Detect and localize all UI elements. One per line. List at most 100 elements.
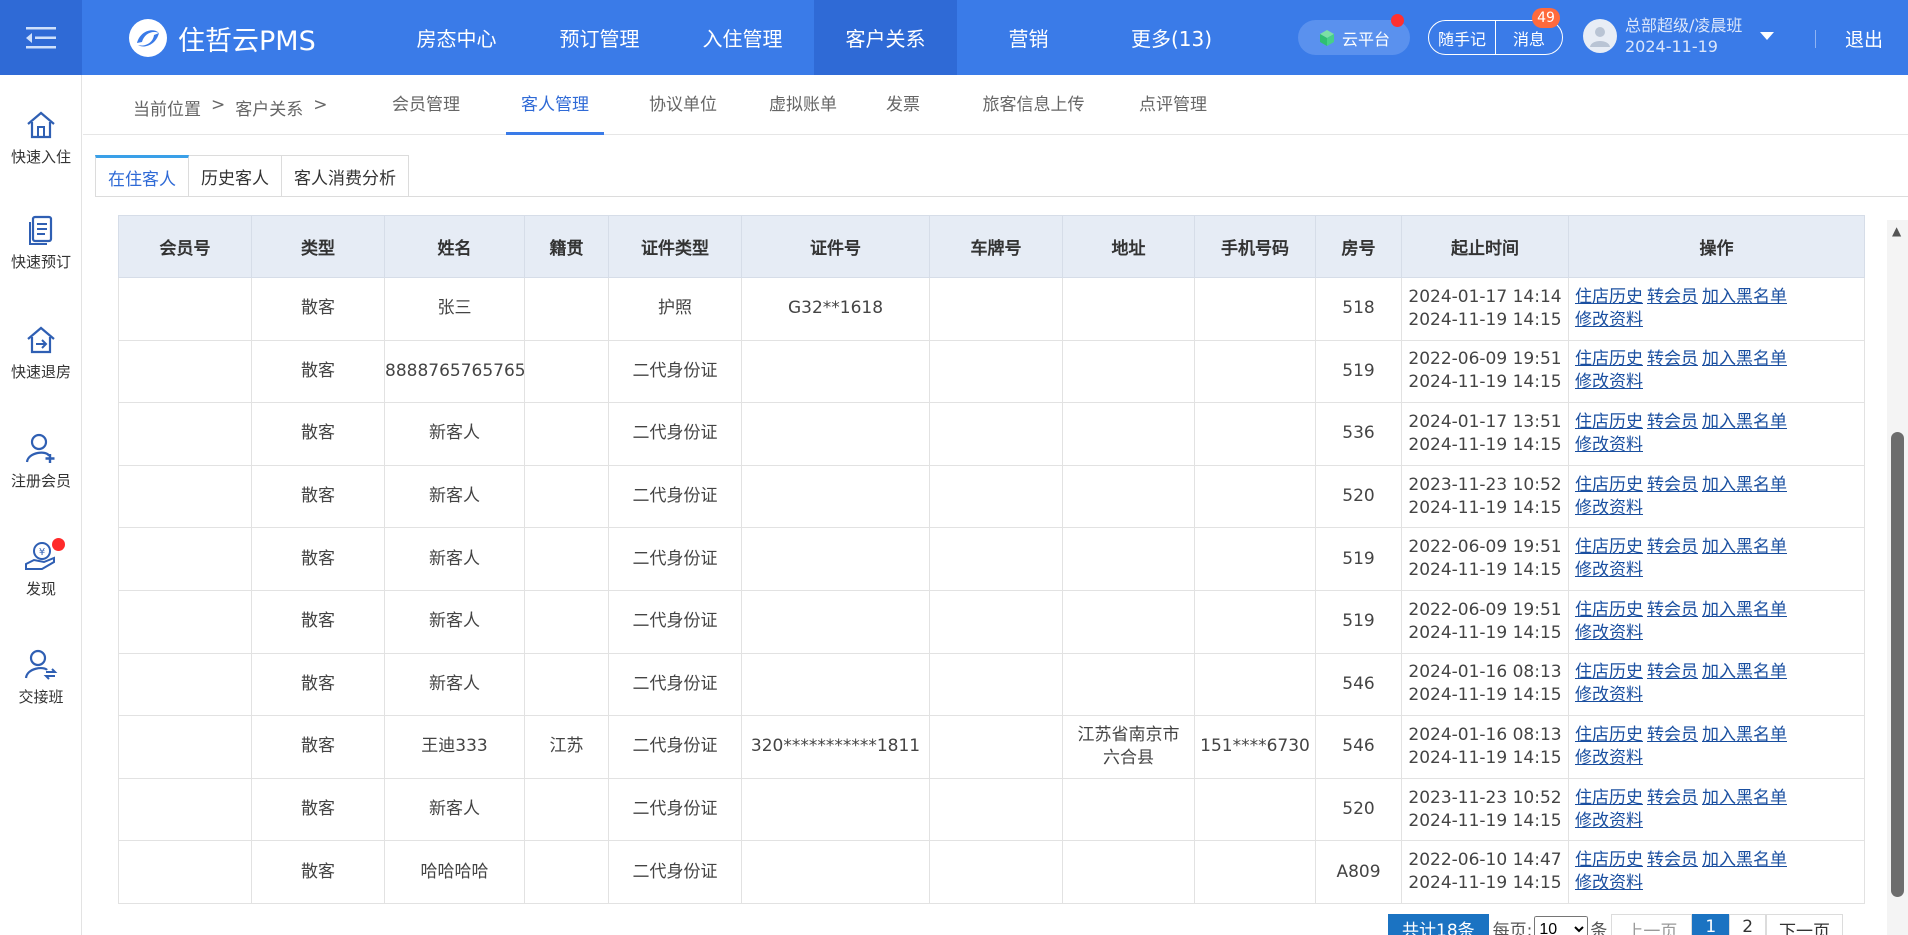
edit-profile-link[interactable]: 修改资料	[1575, 372, 1643, 392]
logout-button[interactable]: 退出	[1845, 25, 1883, 52]
cell-type: 散客	[251, 840, 385, 904]
page-button-1[interactable]: 1	[1692, 914, 1730, 935]
nav-checkin[interactable]: 入住管理	[671, 0, 814, 75]
cell-phone	[1194, 840, 1316, 904]
nav-more[interactable]: 更多(13)	[1100, 0, 1243, 75]
stay-history-link[interactable]: 住店历史	[1575, 850, 1643, 870]
nav-reservation[interactable]: 预订管理	[528, 0, 671, 75]
sidebar-item-quick-checkin[interactable]: 快速入住	[0, 110, 82, 167]
cell-member-no	[118, 402, 252, 466]
add-blacklist-link[interactable]: 加入黑名单	[1702, 662, 1787, 682]
cloud-platform-button[interactable]: 云平台	[1298, 14, 1410, 55]
stay-history-link[interactable]: 住店历史	[1575, 662, 1643, 682]
edit-profile-link[interactable]: 修改资料	[1575, 498, 1643, 518]
prev-page-button[interactable]: 上一页	[1611, 914, 1693, 935]
convert-member-link[interactable]: 转会员	[1647, 537, 1698, 557]
table-row: 散客 新客人 二代身份证 546 2024-01-16 08:13 2024-11-19 …	[118, 652, 1865, 717]
add-blacklist-link[interactable]: 加入黑名单	[1702, 725, 1787, 745]
edit-profile-link[interactable]: 修改资料	[1575, 435, 1643, 455]
subnav-traveler-upload[interactable]: 旅客信息上传	[976, 75, 1091, 135]
add-blacklist-link[interactable]: 加入黑名单	[1702, 850, 1787, 870]
cell-id-type: 二代身份证	[608, 339, 742, 404]
edit-profile-link[interactable]: 修改资料	[1575, 310, 1643, 330]
action-line: 住店历史 转会员 加入黑名单	[1575, 411, 1864, 434]
edit-profile-link[interactable]: 修改资料	[1575, 873, 1643, 893]
add-blacklist-link[interactable]: 加入黑名单	[1702, 788, 1787, 808]
column-header-name: 姓名	[384, 215, 525, 278]
stay-history-link[interactable]: 住店历史	[1575, 475, 1643, 495]
stay-history-link[interactable]: 住店历史	[1575, 412, 1643, 432]
convert-member-link[interactable]: 转会员	[1647, 850, 1698, 870]
sidebar-item-shift-handover[interactable]: 交接班	[0, 648, 82, 707]
per-page-select[interactable]: 10	[1534, 916, 1589, 935]
scrollbar-thumb[interactable]	[1891, 432, 1904, 897]
convert-member-link[interactable]: 转会员	[1647, 412, 1698, 432]
subnav-guest-management[interactable]: 客人管理	[506, 75, 604, 135]
sidebar-item-quick-booking[interactable]: 快速预订	[0, 215, 82, 272]
stay-history-link[interactable]: 住店历史	[1575, 537, 1643, 557]
convert-member-link[interactable]: 转会员	[1647, 662, 1698, 682]
quick-note-button[interactable]: 随手记	[1429, 21, 1495, 54]
cell-plate	[929, 652, 1063, 717]
tab-in-house-guests[interactable]: 在住客人	[95, 155, 189, 197]
cell-name: 新客人	[384, 402, 525, 466]
edit-profile-link[interactable]: 修改资料	[1575, 560, 1643, 580]
cell-address	[1062, 777, 1195, 842]
stay-history-link[interactable]: 住店历史	[1575, 600, 1643, 620]
edit-profile-link[interactable]: 修改资料	[1575, 748, 1643, 768]
subnav-review-management[interactable]: 点评管理	[1133, 75, 1213, 135]
nav-marketing[interactable]: 营销	[957, 0, 1100, 75]
add-blacklist-link[interactable]: 加入黑名单	[1702, 349, 1787, 369]
sidebar-item-label: 注册会员	[10, 472, 71, 490]
stay-history-link[interactable]: 住店历史	[1575, 287, 1643, 307]
cell-actions: 住店历史 转会员 加入黑名单修改资料	[1568, 652, 1865, 717]
subnav-virtual-bills[interactable]: 虚拟账单	[763, 75, 843, 135]
convert-member-link[interactable]: 转会员	[1647, 349, 1698, 369]
start-time: 2022-06-09 19:51	[1408, 599, 1562, 620]
add-blacklist-link[interactable]: 加入黑名单	[1702, 475, 1787, 495]
nav-room-status[interactable]: 房态中心	[385, 0, 528, 75]
stay-history-link[interactable]: 住店历史	[1575, 349, 1643, 369]
edit-profile-link[interactable]: 修改资料	[1575, 811, 1643, 831]
menu-toggle-button[interactable]	[0, 0, 82, 75]
cell-type: 散客	[251, 339, 385, 404]
add-blacklist-link[interactable]: 加入黑名单	[1702, 287, 1787, 307]
cell-phone	[1194, 527, 1316, 591]
convert-member-link[interactable]: 转会员	[1647, 725, 1698, 745]
cell-room: 519	[1315, 589, 1402, 654]
breadcrumb-current[interactable]: 客户关系	[235, 95, 303, 120]
add-blacklist-link[interactable]: 加入黑名单	[1702, 600, 1787, 620]
cell-plate	[929, 527, 1063, 591]
page-button-2[interactable]: 2	[1729, 914, 1767, 935]
user-menu[interactable]: 总部超级/凌晨班 2024-11-19	[1583, 15, 1775, 57]
scroll-up-arrow-icon[interactable]: ▲	[1892, 224, 1901, 238]
convert-member-link[interactable]: 转会员	[1647, 287, 1698, 307]
breadcrumb-label: 当前位置	[133, 100, 201, 120]
cell-period: 2024-01-16 08:13 2024-11-19 14:15	[1401, 652, 1569, 717]
tab-consumption-analysis[interactable]: 客人消费分析	[282, 155, 409, 197]
subnav-agreement-units[interactable]: 协议单位	[643, 75, 723, 135]
vertical-scrollbar[interactable]: ▲	[1887, 220, 1908, 935]
per-page-unit: 条	[1590, 921, 1608, 935]
edit-profile-link[interactable]: 修改资料	[1575, 623, 1643, 643]
sidebar-item-discover[interactable]: ¥ 发现	[0, 538, 82, 599]
subnav-invoices[interactable]: 发票	[883, 75, 923, 135]
table-header-row: 会员号 类型 姓名 籍贯 证件类型 证件号 车牌号 地址 手机号码 房号 起止时…	[118, 215, 1865, 278]
subnav-member-management[interactable]: 会员管理	[385, 75, 467, 135]
convert-member-link[interactable]: 转会员	[1647, 475, 1698, 495]
add-blacklist-link[interactable]: 加入黑名单	[1702, 537, 1787, 557]
cell-period: 2022-06-09 19:51 2024-11-19 14:15	[1401, 339, 1569, 404]
convert-member-link[interactable]: 转会员	[1647, 600, 1698, 620]
tab-history-guests[interactable]: 历史客人	[189, 155, 282, 197]
edit-profile-link[interactable]: 修改资料	[1575, 685, 1643, 705]
add-blacklist-link[interactable]: 加入黑名单	[1702, 412, 1787, 432]
nav-customer-relations[interactable]: 客户关系	[814, 0, 957, 75]
next-page-button[interactable]: 下一页	[1766, 914, 1844, 935]
action-line: 修改资料	[1575, 371, 1864, 394]
convert-member-link[interactable]: 转会员	[1647, 788, 1698, 808]
sidebar-item-register-member[interactable]: 注册会员	[0, 432, 82, 491]
sidebar-item-quick-checkout[interactable]: 快速退房	[0, 325, 82, 382]
stay-history-link[interactable]: 住店历史	[1575, 725, 1643, 745]
stay-history-link[interactable]: 住店历史	[1575, 788, 1643, 808]
cell-plate	[929, 339, 1063, 404]
